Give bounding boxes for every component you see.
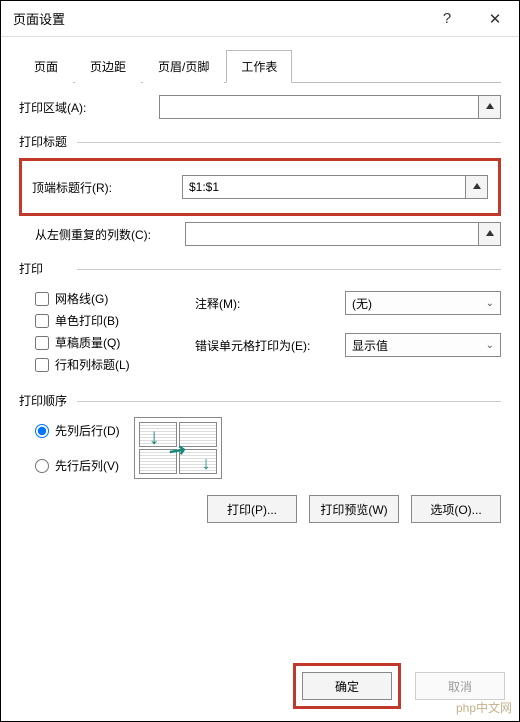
left-cols-row: 从左侧重复的列数(C): [19,222,501,246]
arrow-down-icon: ↓ [202,453,211,474]
left-cols-input[interactable] [186,223,478,245]
print-area-label: 打印区域(A): [19,99,159,116]
print-button[interactable]: 打印(P)... [207,495,297,523]
comments-label: 注释(M): [195,295,345,312]
print-area-row: 打印区域(A): [19,95,501,119]
help-button[interactable]: ? [423,1,471,37]
print-titles-group-label: 打印标题 [19,133,501,150]
downover-label: 先列后行(D) [55,422,120,439]
draft-checkbox[interactable] [35,336,49,350]
top-rows-row: 顶端标题行(R): [32,175,488,199]
errors-value: 显示值 [352,337,388,354]
print-options: 网格线(G) 单色打印(B) 草稿质量(Q) 行和列标题(L) 注释(M): [19,285,501,378]
left-cols-label: 从左侧重复的列数(C): [35,226,185,243]
ok-highlight: 确定 [293,663,401,709]
close-button[interactable]: ✕ [471,1,519,37]
top-rows-input-wrap [182,175,488,199]
print-order: 先列后行(D) 先行后列(V) ↓ ↗ ↓ [19,417,501,479]
errors-select[interactable]: 显示值 ⌄ [345,333,501,357]
draft-row[interactable]: 草稿质量(Q) [35,334,185,351]
errors-row: 错误单元格打印为(E): 显示值 ⌄ [195,333,501,357]
footer: 确定 取消 [1,655,519,721]
page-setup-dialog: 页面设置 ? ✕ 页面 页边距 页眉/页脚 工作表 打印区域(A): 打印标题 [0,0,520,722]
overthendown-label: 先行后列(V) [55,457,119,474]
order-options: 先列后行(D) 先行后列(V) [35,417,120,479]
errors-label: 错误单元格打印为(E): [195,337,345,354]
options-button[interactable]: 选项(O)... [411,495,501,523]
left-cols-input-wrap [185,222,501,246]
draft-label: 草稿质量(Q) [55,334,120,351]
arrow-down-icon: ↓ [149,424,160,450]
ok-button[interactable]: 确定 [302,672,392,700]
cancel-button[interactable]: 取消 [415,672,505,700]
print-group-label: 打印 [19,260,501,277]
blackwhite-row[interactable]: 单色打印(B) [35,312,185,329]
print-area-input-wrap [159,95,501,119]
blackwhite-label: 单色打印(B) [55,312,119,329]
gridlines-row[interactable]: 网格线(G) [35,290,185,307]
left-cols-range-icon[interactable] [478,223,500,245]
overthendown-radio[interactable] [35,459,49,473]
downover-row[interactable]: 先列后行(D) [35,422,120,439]
order-diagram: ↓ ↗ ↓ [134,417,222,479]
dialog-body: 页面 页边距 页眉/页脚 工作表 打印区域(A): 打印标题 顶端标题行(R): [1,37,519,655]
top-rows-range-icon[interactable] [465,176,487,198]
tab-page[interactable]: 页面 [19,50,73,83]
downover-radio[interactable] [35,424,49,438]
gridlines-checkbox[interactable] [35,292,49,306]
tab-header-footer[interactable]: 页眉/页脚 [143,50,224,83]
action-buttons: 打印(P)... 打印预览(W) 选项(O)... [19,495,501,523]
rowcolheadings-checkbox[interactable] [35,358,49,372]
top-rows-highlight: 顶端标题行(R): [19,158,501,216]
top-rows-label: 顶端标题行(R): [32,179,182,196]
blackwhite-checkbox[interactable] [35,314,49,328]
print-preview-button[interactable]: 打印预览(W) [309,495,399,523]
watermark: php中文网 [456,699,512,716]
chevron-down-icon: ⌄ [486,298,494,309]
print-checkboxes: 网格线(G) 单色打印(B) 草稿质量(Q) 行和列标题(L) [35,285,185,378]
comments-select[interactable]: (无) ⌄ [345,291,501,315]
rowcolheadings-label: 行和列标题(L) [55,356,130,373]
tab-strip: 页面 页边距 页眉/页脚 工作表 [19,49,501,83]
gridlines-label: 网格线(G) [55,290,108,307]
title-bar: 页面设置 ? ✕ [1,1,519,37]
print-selects: 注释(M): (无) ⌄ 错误单元格打印为(E): 显示值 ⌄ [195,285,501,378]
chevron-down-icon: ⌄ [486,340,494,351]
tab-margins[interactable]: 页边距 [75,50,141,83]
print-area-input[interactable] [160,96,478,118]
top-rows-input[interactable] [183,176,465,198]
overthendown-row[interactable]: 先行后列(V) [35,457,120,474]
rowcolheadings-row[interactable]: 行和列标题(L) [35,356,185,373]
print-area-range-icon[interactable] [478,96,500,118]
order-group-label: 打印顺序 [19,392,501,409]
tab-sheet[interactable]: 工作表 [226,50,292,83]
comments-row: 注释(M): (无) ⌄ [195,291,501,315]
comments-value: (无) [352,295,372,312]
dialog-title: 页面设置 [13,9,423,28]
